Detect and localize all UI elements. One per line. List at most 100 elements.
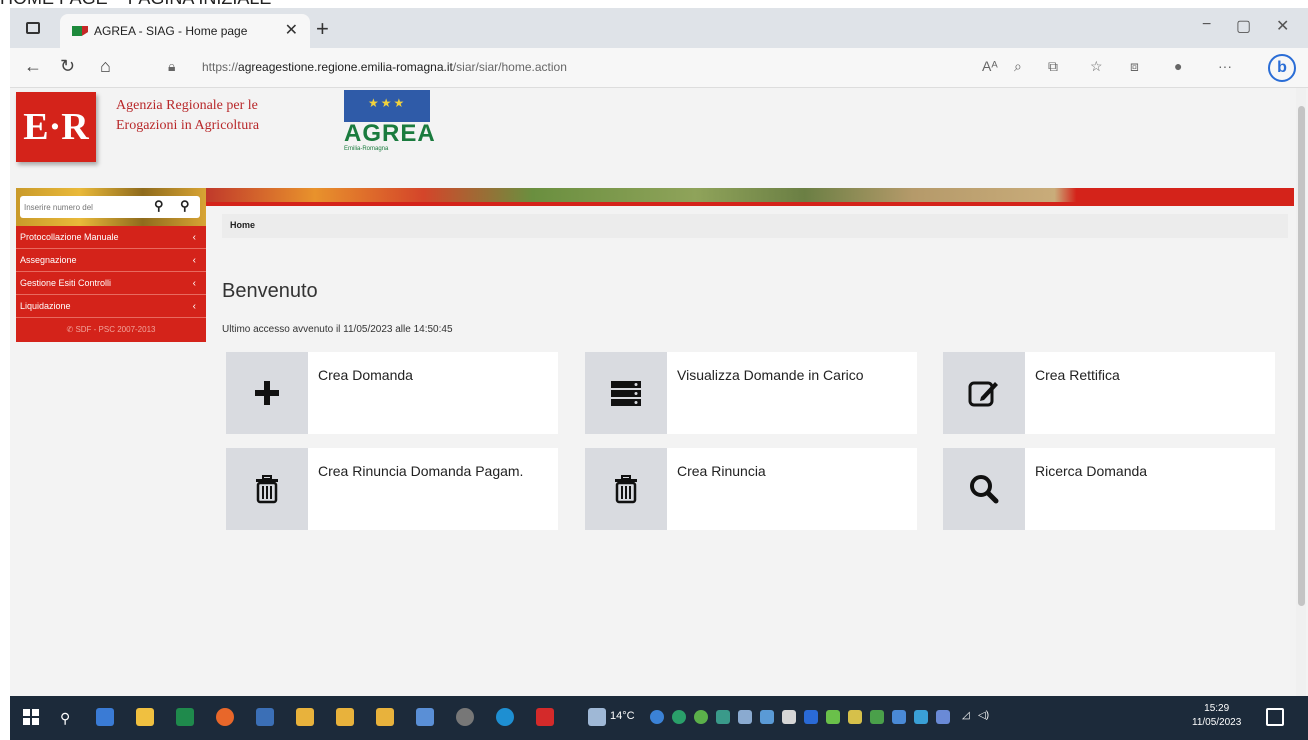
pdf-icon[interactable]	[536, 708, 554, 726]
notification-icon[interactable]	[1266, 708, 1284, 726]
card-crea-rinuncia[interactable]: Crea Rinuncia	[585, 448, 917, 530]
search-input[interactable]	[24, 199, 134, 215]
page-title: Benvenuto	[222, 280, 318, 302]
search-box: ⚲ ⚲	[20, 196, 200, 218]
url-field[interactable]: 🔒︎ https://agreagestione.regione.emilia-…	[160, 54, 980, 82]
firefox-icon[interactable]	[216, 708, 234, 726]
page-scrollbar[interactable]	[1296, 88, 1306, 696]
sidebar-item-gestione-esiti[interactable]: Gestione Esiti Controlli ‹	[16, 272, 206, 295]
browser-window: AGREA - SIAG - Home page ✕ + − ▢ ✕ ← ↻ ⌂…	[10, 8, 1308, 740]
chevron-left-icon: ‹	[192, 301, 196, 312]
tab-actions-icon[interactable]	[26, 22, 40, 34]
favorites-star-icon[interactable]: ☆	[1090, 58, 1103, 75]
teams-icon[interactable]	[256, 708, 274, 726]
breadcrumb: Home	[222, 214, 1288, 238]
tray-icon[interactable]	[804, 710, 818, 724]
url-path: /siar/siar/home.action	[452, 60, 567, 74]
bing-icon[interactable]: b	[1268, 54, 1296, 82]
sidebar-item-protocollazione[interactable]: Protocollazione Manuale ‹	[16, 226, 206, 249]
agency-name: Agenzia Regionale per le Erogazioni in A…	[116, 98, 260, 133]
tray-icon[interactable]	[870, 710, 884, 724]
minimize-button[interactable]: −	[1202, 16, 1211, 34]
address-bar-row: ← ↻ ⌂ 🔒︎ https://agreagestione.regione.e…	[10, 48, 1308, 88]
app-icon[interactable]	[96, 708, 114, 726]
favicon-icon	[72, 26, 88, 36]
card-crea-domanda[interactable]: Crea Domanda	[226, 352, 558, 434]
tray-icon[interactable]	[760, 710, 774, 724]
er-logo[interactable]: E·R	[16, 92, 96, 162]
tab-close-icon[interactable]: ✕	[285, 20, 298, 40]
app-icon[interactable]	[456, 708, 474, 726]
search-icon[interactable]: ⚲	[154, 198, 164, 214]
maximize-button[interactable]: ▢	[1236, 16, 1251, 36]
refresh-icon[interactable]: ↻	[60, 56, 75, 77]
document-caption: HOME PAGE – PAGINA INIZIALE	[0, 0, 1308, 8]
search-icon[interactable]: ⚲	[60, 710, 70, 727]
tab-agrea-home[interactable]: AGREA - SIAG - Home page ✕	[60, 14, 310, 48]
tray-icon[interactable]	[936, 710, 950, 724]
sidebar-footer-link[interactable]: ✆ SDF - PSC 2007-2013	[16, 318, 206, 342]
url-domain: agreagestione.regione.emilia-romagna.it	[238, 60, 453, 74]
tray-icon[interactable]	[848, 710, 862, 724]
url-prefix: https://	[202, 60, 239, 74]
collections-icon[interactable]: ⧈	[1130, 58, 1139, 75]
edge-icon[interactable]	[496, 708, 514, 726]
sidebar: ⚲ ⚲ Protocollazione Manuale‹ Assegnazion…	[16, 188, 206, 342]
windows-start-icon[interactable]	[22, 708, 40, 726]
home-icon[interactable]: ⌂	[100, 56, 111, 77]
weather-temperature[interactable]: 14°C	[610, 710, 635, 722]
sidebar-item-liquidazione[interactable]: Liquidazione ‹	[16, 295, 206, 318]
tray-icon[interactable]	[716, 710, 730, 724]
tray-icon[interactable]	[892, 710, 906, 724]
app-icon[interactable]	[416, 708, 434, 726]
card-ricerca-domanda[interactable]: Ricerca Domanda	[943, 448, 1275, 530]
search-icon[interactable]: ⚲	[180, 198, 190, 214]
server-icon	[585, 352, 667, 434]
new-tab-button[interactable]: +	[316, 16, 329, 42]
excel-icon[interactable]	[176, 708, 194, 726]
lock-icon: 🔒︎	[168, 58, 176, 74]
tab-title: AGREA - SIAG - Home page	[94, 24, 248, 38]
back-icon[interactable]: ←	[24, 56, 42, 77]
trash-icon	[585, 448, 667, 530]
sidebar-item-assegnazione[interactable]: Assegnazione ‹	[16, 249, 206, 272]
system-clock[interactable]: 15:29 11/05/2023	[1192, 702, 1241, 730]
last-access-text: Ultimo accesso avvenuto il 11/05/2023 al…	[222, 324, 453, 335]
mail-icon[interactable]	[376, 708, 394, 726]
chevron-left-icon: ‹	[192, 278, 196, 289]
eu-flag-icon	[344, 90, 430, 122]
web-page: E·R Agenzia Regionale per le Erogazioni …	[10, 88, 1294, 696]
plus-icon	[226, 352, 308, 434]
trash-icon	[226, 448, 308, 530]
tab-bar: AGREA - SIAG - Home page ✕ + − ▢ ✕	[10, 8, 1308, 48]
banner-stripe	[206, 202, 1294, 206]
zoom-icon[interactable]: ⌕	[1014, 58, 1022, 75]
volume-icon[interactable]: ◁)	[978, 710, 989, 721]
more-icon[interactable]: ···	[1218, 58, 1232, 74]
profile-icon[interactable]: ●	[1174, 58, 1182, 74]
scrollbar-thumb[interactable]	[1298, 106, 1305, 606]
weather-icon	[588, 708, 606, 726]
tray-icon[interactable]	[672, 710, 686, 724]
file-explorer-icon[interactable]	[136, 708, 154, 726]
breadcrumb-home[interactable]: Home	[230, 220, 255, 230]
card-crea-rettifica[interactable]: Crea Rettifica	[943, 352, 1275, 434]
extensions-icon[interactable]: ⧉	[1048, 58, 1058, 75]
agrea-logo[interactable]: AGREA Emilia-Romagna	[344, 90, 435, 154]
mail-icon[interactable]	[296, 708, 314, 726]
site-header: E·R Agenzia Regionale per le Erogazioni …	[10, 88, 1294, 188]
read-aloud-icon[interactable]: Aᴬ	[982, 58, 998, 74]
tray-icon[interactable]	[826, 710, 840, 724]
tray-icon[interactable]	[914, 710, 928, 724]
tray-icon[interactable]	[650, 710, 664, 724]
card-visualizza-domande[interactable]: Visualizza Domande in Carico	[585, 352, 917, 434]
mail-icon[interactable]	[336, 708, 354, 726]
network-icon[interactable]: ◿	[962, 710, 970, 721]
close-window-button[interactable]: ✕	[1276, 16, 1289, 36]
card-crea-rinuncia-domanda[interactable]: Crea Rinuncia Domanda Pagam.	[226, 448, 558, 530]
chevron-left-icon: ‹	[192, 232, 196, 243]
tray-icon[interactable]	[738, 710, 752, 724]
tray-icon[interactable]	[694, 710, 708, 724]
chevron-left-icon: ‹	[192, 255, 196, 266]
tray-icon[interactable]	[782, 710, 796, 724]
